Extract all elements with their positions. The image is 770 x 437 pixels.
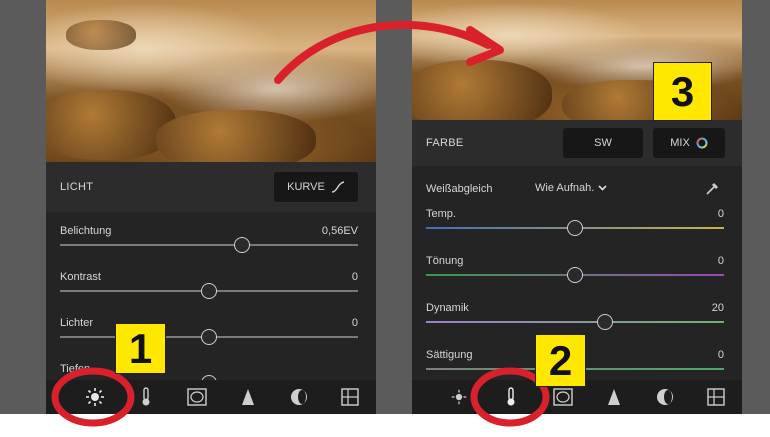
section-title: LICHT <box>60 181 94 193</box>
slider-thumb[interactable] <box>201 283 217 299</box>
slider-value: 0 <box>717 208 724 220</box>
slider-label: Sättigung <box>426 349 473 361</box>
bw-button[interactable]: SW <box>563 128 643 158</box>
slider-label: Tönung <box>426 255 464 267</box>
slider-track[interactable] <box>426 321 724 323</box>
slider-value: 0,56EV <box>321 225 358 237</box>
color-wheel-icon <box>696 137 708 149</box>
slider-value: 0 <box>351 317 358 329</box>
rock-shape <box>46 90 176 160</box>
slider-thumb[interactable] <box>567 267 583 283</box>
section-title: FARBE <box>426 137 464 149</box>
slider-thumb[interactable] <box>233 237 250 253</box>
slider-label: Dynamik <box>426 302 469 314</box>
slider-value: 0 <box>717 255 724 267</box>
triangle-icon[interactable] <box>237 386 259 408</box>
curve-button[interactable]: KURVE <box>274 172 358 202</box>
rock-shape <box>412 60 552 120</box>
edit-toolbar <box>46 380 376 414</box>
slider-value: 20 <box>711 302 724 314</box>
gutter-middle <box>376 0 414 414</box>
white-balance-value: Wie Aufnah. <box>535 182 595 194</box>
mix-button-label: MIX <box>670 137 690 149</box>
triangle-icon[interactable] <box>603 386 625 408</box>
slider-track[interactable] <box>60 244 358 246</box>
slider-label: Lichter <box>60 317 94 329</box>
thermometer-icon[interactable] <box>500 386 522 408</box>
vignette-icon[interactable] <box>552 386 574 408</box>
bw-button-label: SW <box>594 137 612 149</box>
chevron-down-icon <box>598 185 607 191</box>
eyedropper-icon[interactable] <box>705 180 721 201</box>
white-balance-dropdown[interactable]: Wie Aufnah. <box>535 182 607 194</box>
rock-shape <box>66 20 136 50</box>
lens-icon[interactable] <box>288 386 310 408</box>
mix-button[interactable]: MIX <box>653 128 725 158</box>
slider-label: Temp. <box>426 208 456 220</box>
curve-icon <box>331 181 345 193</box>
callout-badge-1: 1 <box>115 323 166 374</box>
slider-thumb[interactable] <box>567 220 583 236</box>
slider-label: Tiefen <box>60 363 91 375</box>
gutter-right <box>742 0 770 414</box>
vignette-icon[interactable] <box>186 386 208 408</box>
slider-label: Belichtung <box>60 225 112 237</box>
thermometer-icon[interactable] <box>135 386 157 408</box>
curve-button-label: KURVE <box>287 181 325 193</box>
slider-label: Kontrast <box>60 271 101 283</box>
slider-thumb[interactable] <box>596 314 613 330</box>
rock-shape <box>156 110 316 162</box>
gutter-left <box>0 0 46 414</box>
callout-badge-3: 3 <box>653 62 712 121</box>
slider-value: 0 <box>351 271 358 283</box>
grid-icon[interactable] <box>705 386 727 408</box>
photo-preview <box>46 0 376 162</box>
lens-icon[interactable] <box>654 386 676 408</box>
licht-header: LICHT KURVE <box>46 162 376 212</box>
grid-icon[interactable] <box>339 386 361 408</box>
farbe-header: FARBE SW MIX <box>412 120 742 166</box>
sun-icon[interactable] <box>84 386 106 408</box>
callout-badge-2: 2 <box>535 334 586 387</box>
slider-thumb[interactable] <box>201 329 217 345</box>
sun-icon[interactable] <box>448 386 470 408</box>
white-balance-label: Weißabgleich <box>426 183 493 195</box>
slider-value: 0 <box>717 349 724 361</box>
left-edit-panel: LICHT KURVE Belichtung 0,56EV Kontrast 0 Lic… <box>46 0 376 414</box>
